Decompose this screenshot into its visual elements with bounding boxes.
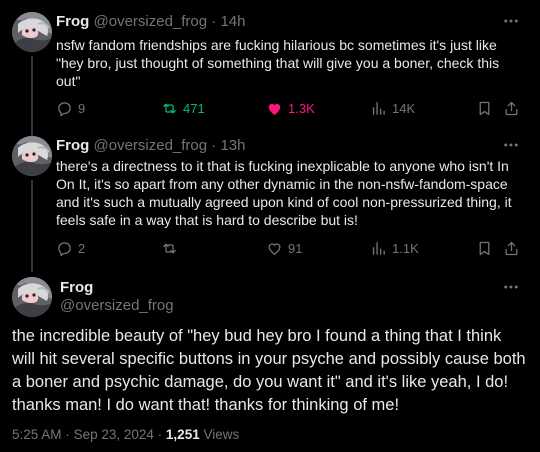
views-button[interactable]: 14K (370, 98, 415, 118)
display-name[interactable]: Frog (56, 137, 89, 154)
views-button[interactable]: 1.1K (370, 238, 419, 258)
bookmark-icon (476, 240, 493, 257)
repost-icon (161, 240, 178, 257)
avatar[interactable] (12, 136, 52, 176)
heart-icon (266, 100, 283, 117)
share-button[interactable] (503, 98, 525, 118)
views-label: Views (203, 427, 240, 442)
more-horizontal-icon (502, 136, 520, 154)
reply-icon (56, 100, 73, 117)
reply-button[interactable]: 2 (56, 238, 85, 258)
repost-count: 471 (183, 100, 205, 116)
heart-icon (266, 240, 283, 257)
handle[interactable]: @oversized_frog (94, 137, 208, 154)
bookmark-button[interactable] (476, 98, 498, 118)
views-icon (370, 100, 387, 117)
more-options-button[interactable] (502, 12, 520, 30)
display-name[interactable]: Frog (60, 279, 174, 297)
action-bar: 9 471 1.3K 14K (56, 98, 526, 118)
main-tweet-text: the incredible beauty of "hey bud hey br… (12, 327, 526, 414)
more-options-button[interactable] (502, 278, 520, 296)
separator: · (211, 13, 217, 30)
bookmark-icon (476, 100, 493, 117)
bookmark-button[interactable] (476, 238, 498, 258)
like-button[interactable]: 91 (266, 238, 302, 258)
timestamp[interactable]: 13h (220, 137, 245, 154)
post-time[interactable]: 5:25 AM (12, 427, 62, 442)
separator: · (157, 427, 163, 442)
thread-tweet-1[interactable]: Frog @oversized_frog · 14h nsfw fandom f… (0, 0, 540, 130)
like-count: 1.3K (288, 100, 315, 116)
views-icon (370, 240, 387, 257)
more-horizontal-icon (502, 278, 520, 296)
share-icon (503, 100, 520, 117)
reply-count: 2 (78, 240, 86, 256)
reply-button[interactable]: 9 (56, 98, 85, 118)
thread-tweet-2[interactable]: Frog @oversized_frog · 13h there's a dir… (0, 132, 540, 264)
tweet-header: Frog @oversized_frog · 13h (56, 137, 246, 155)
share-button[interactable] (503, 238, 525, 258)
like-count: 91 (288, 240, 303, 256)
tweet-text: there's a directness to it that is fucki… (56, 158, 512, 228)
more-options-button[interactable] (502, 136, 520, 154)
tweet-text: nsfw fandom friendships are fucking hila… (56, 37, 500, 89)
display-name[interactable]: Frog (56, 13, 89, 30)
repost-icon (161, 100, 178, 117)
handle[interactable]: @oversized_frog (94, 13, 208, 30)
avatar[interactable] (12, 277, 52, 317)
repost-button[interactable] (161, 238, 183, 258)
repost-button[interactable]: 471 (161, 98, 205, 118)
more-horizontal-icon (502, 12, 520, 30)
timestamp[interactable]: 14h (220, 13, 245, 30)
tweet-meta: 5:25 AM · Sep 23, 2024 · 1,251 Views (12, 427, 239, 442)
post-date[interactable]: Sep 23, 2024 (74, 427, 154, 442)
tweet-header: Frog @oversized_frog (60, 279, 174, 315)
tweet-header: Frog @oversized_frog · 14h (56, 13, 246, 31)
view-count: 1.1K (392, 240, 419, 256)
separator: · (65, 427, 70, 442)
reply-count: 9 (78, 100, 86, 116)
like-button[interactable]: 1.3K (266, 98, 315, 118)
view-count: 14K (392, 100, 416, 116)
action-bar: 2 91 1.1K (56, 238, 526, 258)
avatar[interactable] (12, 12, 52, 52)
reply-icon (56, 240, 73, 257)
handle[interactable]: @oversized_frog (60, 297, 174, 315)
separator: · (211, 137, 217, 154)
share-icon (503, 240, 520, 257)
views-count: 1,251 (165, 427, 200, 442)
